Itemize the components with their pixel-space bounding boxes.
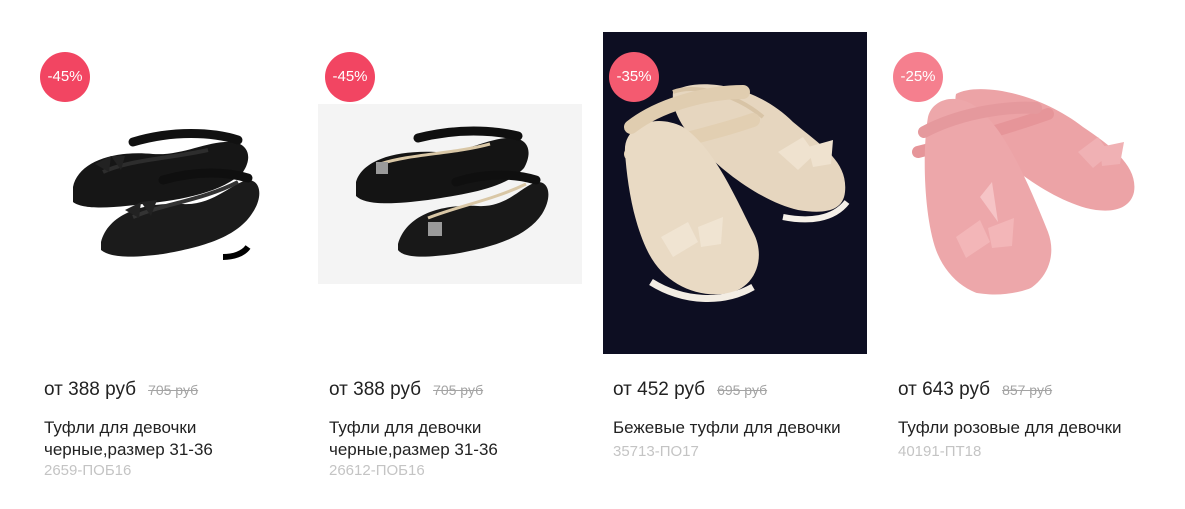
- old-price: 857 руб: [1002, 382, 1053, 398]
- discount-badge: -35%: [609, 52, 659, 102]
- price: от 388 руб: [44, 379, 137, 400]
- product-title[interactable]: Бежевые туфли для девочки: [613, 417, 858, 439]
- price-row: от 388 руб 705 руб: [44, 379, 198, 401]
- old-price: 705 руб: [148, 382, 199, 398]
- product-card[interactable]: -45% от 388 руб 705 руб Туфли для девочки…: [285, 0, 582, 509]
- product-card[interactable]: -45% от 388 руб 705 руб Туфли для девочки…: [0, 0, 297, 509]
- discount-badge: -45%: [40, 52, 90, 102]
- product-sku: 35713-ПО17: [613, 443, 699, 460]
- product-title[interactable]: Туфли для девочки черные,размер 31-36: [329, 417, 569, 461]
- discount-badge: -45%: [325, 52, 375, 102]
- discount-badge: -25%: [893, 52, 943, 102]
- price: от 452 руб: [613, 379, 706, 400]
- old-price: 695 руб: [717, 382, 768, 398]
- price: от 643 руб: [898, 379, 991, 400]
- price-row: от 643 руб 857 руб: [898, 379, 1052, 401]
- product-sku: 26612-ПОБ16: [329, 462, 425, 479]
- product-grid: -45% от 388 руб 705 руб Туфли для девочки…: [0, 0, 1185, 509]
- price-row: от 388 руб 705 руб: [329, 379, 483, 401]
- price-row: от 452 руб 695 руб: [613, 379, 767, 401]
- product-title[interactable]: Туфли розовые для девочки: [898, 417, 1143, 439]
- product-sku: 40191-ПТ18: [898, 443, 982, 460]
- product-card[interactable]: -25% от 643 руб 857 руб Туфли розовые для…: [855, 0, 1152, 509]
- product-card[interactable]: -35% от 452 руб 695 руб Бежевые туфли для…: [570, 0, 867, 509]
- product-sku: 2659-ПОБ16: [44, 462, 132, 479]
- product-title[interactable]: Туфли для девочки черные,размер 31-36: [44, 417, 284, 461]
- old-price: 705 руб: [433, 382, 484, 398]
- price: от 388 руб: [329, 379, 422, 400]
